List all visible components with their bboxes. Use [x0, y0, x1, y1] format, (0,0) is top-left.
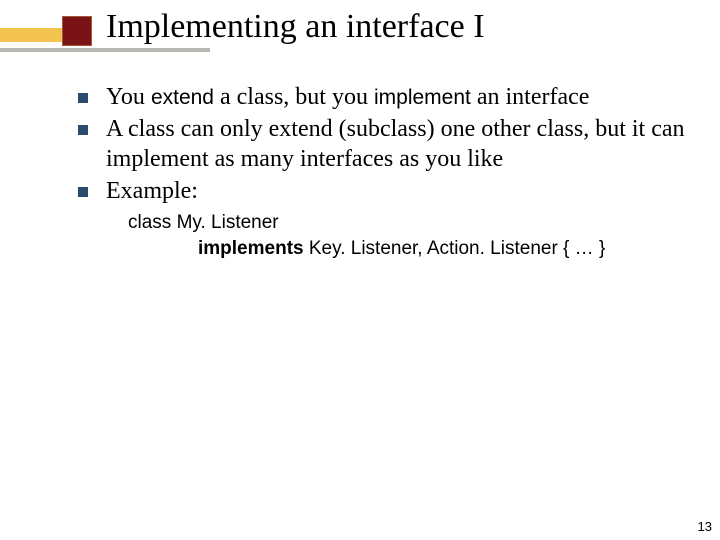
bullet-item: A class can only extend (subclass) one o… — [78, 114, 690, 174]
code-example: class My. Listener implements Key. Liste… — [128, 210, 690, 261]
bullet-text: Example: — [106, 176, 690, 206]
accent-square — [62, 16, 92, 46]
keyword-extend: extend — [151, 86, 214, 109]
bullet-text: You extend a class, but you implement an… — [106, 82, 690, 112]
bullet-marker-icon — [78, 93, 88, 103]
slide: Implementing an interface I You extend a… — [0, 0, 720, 540]
bullet-marker-icon — [78, 187, 88, 197]
content-area: You extend a class, but you implement an… — [78, 82, 690, 261]
page-number: 13 — [698, 519, 712, 534]
bullet-item: Example: — [78, 176, 690, 206]
text-fragment: a class, but you — [214, 84, 374, 110]
code-line: class My. Listener — [128, 210, 690, 236]
text-fragment: You — [106, 84, 151, 110]
accent-bar-gray — [0, 48, 210, 52]
header: Implementing an interface I — [0, 0, 720, 8]
text-fragment: an interface — [471, 84, 590, 110]
keyword-implement: implement — [374, 86, 471, 109]
code-fragment: Key. Listener, Action. Listener { … } — [304, 238, 606, 259]
bullet-marker-icon — [78, 125, 88, 135]
slide-title: Implementing an interface I — [106, 8, 485, 46]
bullet-text: A class can only extend (subclass) one o… — [106, 114, 690, 174]
bullet-item: You extend a class, but you implement an… — [78, 82, 690, 112]
code-line: implements Key. Listener, Action. Listen… — [128, 236, 690, 262]
keyword-implements: implements — [198, 238, 304, 259]
